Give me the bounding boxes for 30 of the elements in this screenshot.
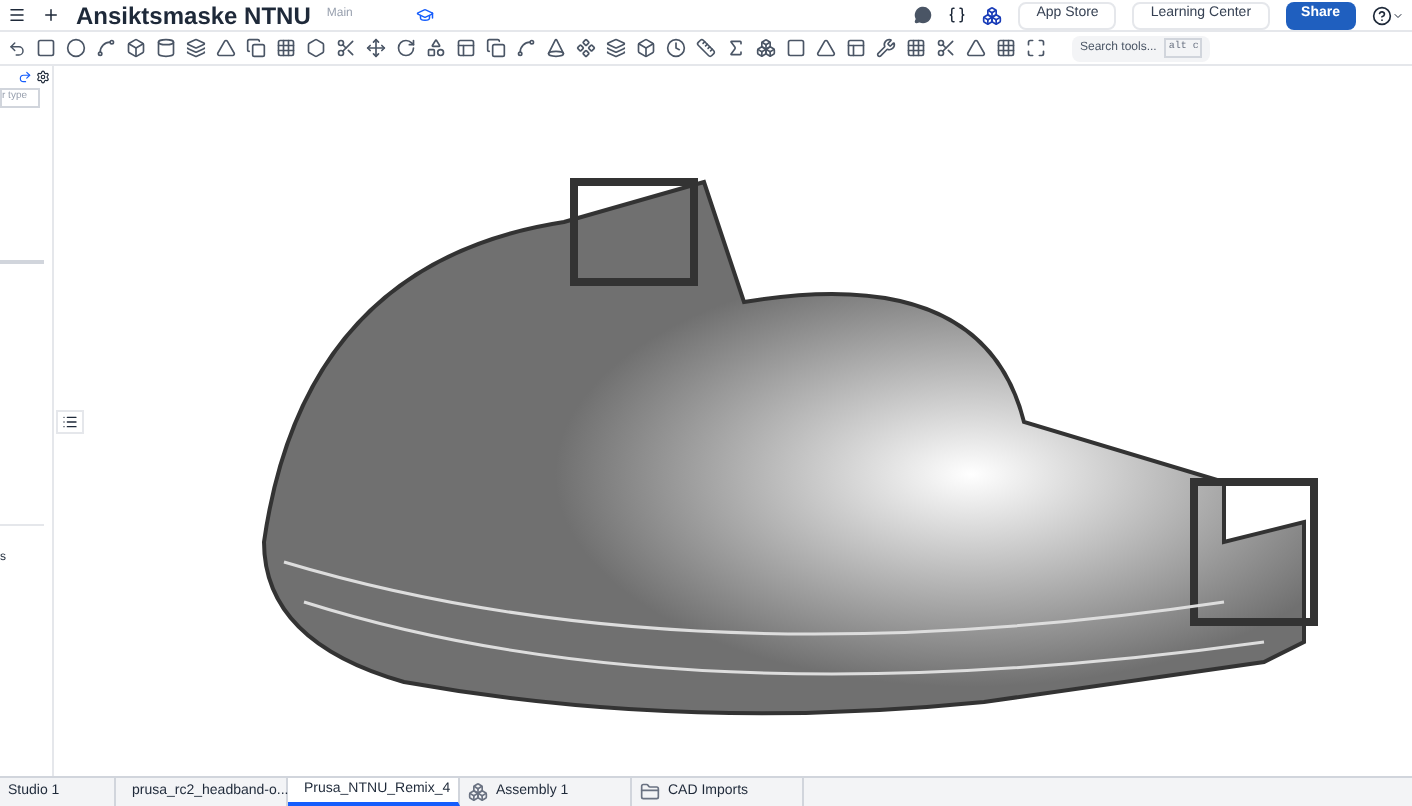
document-title: Ansiktsmaske NTNU [76,0,311,33]
caret-icon[interactable] [1392,9,1404,21]
undo-icon[interactable] [8,39,26,57]
braces-icon[interactable] [948,6,967,24]
history-icon[interactable] [666,38,686,58]
move-icon[interactable] [366,38,386,58]
graduation-cap-icon[interactable] [416,6,435,24]
comment-icon[interactable] [914,6,933,24]
trim-icon[interactable] [936,38,956,58]
wrench-icon[interactable] [876,38,896,58]
table-icon[interactable] [996,38,1016,58]
measure-icon[interactable] [696,38,716,58]
settings-icon[interactable] [36,70,50,84]
polygon-icon[interactable] [306,38,326,58]
help-icon[interactable] [1372,5,1392,25]
expand-icon[interactable] [1026,38,1046,58]
list-icon [62,414,78,430]
split-icon[interactable] [336,38,356,58]
rollback-icon[interactable] [18,70,32,84]
folder-icon [640,782,660,802]
variable-icon[interactable] [726,38,746,58]
menu-icon[interactable] [8,6,26,24]
assembly-icon [468,782,488,802]
list-toggle-button[interactable] [56,410,84,434]
extrude-icon[interactable] [126,38,146,58]
pattern-icon[interactable] [276,38,296,58]
rotate-icon[interactable] [396,38,416,58]
spline-icon[interactable] [96,38,116,58]
plus-icon[interactable] [42,6,60,24]
circle-icon[interactable] [66,38,86,58]
